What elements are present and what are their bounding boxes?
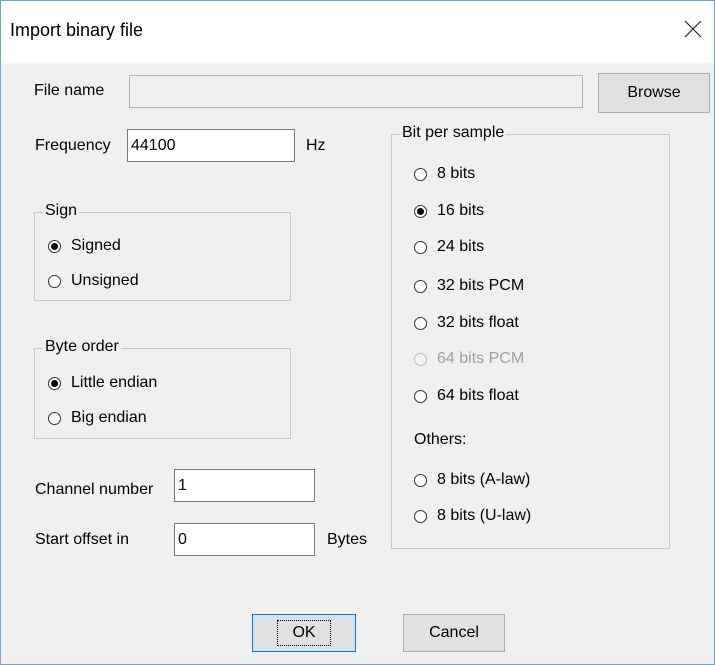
radio-8-bits-u-law[interactable]: 8 bits (U-law) xyxy=(414,507,531,525)
radio-24-bits-label: 24 bits xyxy=(437,238,485,255)
cancel-button-label: Cancel xyxy=(429,624,479,641)
file-name-label: File name xyxy=(34,82,105,99)
window-title: Import binary file xyxy=(10,20,144,40)
radio-little-endian[interactable]: Little endian xyxy=(48,374,157,392)
radio-64-bits-float[interactable]: 64 bits float xyxy=(414,387,519,405)
radio-64-bits-pcm: 64 bits PCM xyxy=(414,350,524,368)
frequency-field[interactable] xyxy=(127,129,295,162)
radio-big-endian-label: Big endian xyxy=(71,409,147,426)
others-label: Others: xyxy=(414,431,467,448)
radio-16-bits[interactable]: 16 bits xyxy=(414,202,484,220)
start-offset-unit: Bytes xyxy=(327,531,368,548)
radio-big-endian[interactable]: Big endian xyxy=(48,409,147,427)
radio-8-bits-label: 8 bits xyxy=(437,165,476,182)
frequency-unit: Hz xyxy=(306,137,326,154)
title-bar: Import binary file xyxy=(1,1,714,63)
radio-16-bits-label: 16 bits xyxy=(437,202,485,219)
radio-little-endian-label: Little endian xyxy=(71,374,158,391)
sign-legend: Sign xyxy=(43,202,80,220)
radio-8-bits-u-law-label: 8 bits (U-law) xyxy=(437,507,532,524)
radio-64-bits-pcm-label: 64 bits PCM xyxy=(437,350,525,367)
file-name-field[interactable] xyxy=(129,75,583,108)
byte-order-legend: Byte order xyxy=(43,338,121,356)
close-button[interactable] xyxy=(678,14,708,44)
radio-signed[interactable]: Signed xyxy=(48,237,121,255)
radio-64-bits-float-dot xyxy=(414,389,427,403)
radio-64-bits-float-label: 64 bits float xyxy=(437,387,519,404)
radio-8-bits-a-law-label: 8 bits (A-law) xyxy=(437,471,531,488)
radio-32-bits-float[interactable]: 32 bits float xyxy=(414,314,519,332)
radio-24-bits[interactable]: 24 bits xyxy=(414,238,484,256)
radio-big-endian-dot xyxy=(48,411,61,425)
radio-32-bits-float-label: 32 bits float xyxy=(437,314,519,331)
radio-24-bits-dot xyxy=(414,240,427,254)
channel-number-field[interactable] xyxy=(174,469,315,502)
close-icon xyxy=(684,20,702,38)
radio-8-bits-a-law[interactable]: 8 bits (A-law) xyxy=(414,471,530,489)
radio-8-bits[interactable]: 8 bits xyxy=(414,165,475,183)
radio-32-bits-pcm[interactable]: 32 bits PCM xyxy=(414,277,524,295)
radio-32-bits-float-dot xyxy=(414,316,427,330)
radio-unsigned-label: Unsigned xyxy=(71,272,139,289)
radio-32-bits-pcm-label: 32 bits PCM xyxy=(437,277,525,294)
radio-8-bits-dot xyxy=(414,167,427,181)
channel-number-label: Channel number xyxy=(35,481,154,498)
radio-32-bits-pcm-dot xyxy=(414,279,427,293)
bit-per-sample-legend: Bit per sample xyxy=(400,124,507,142)
import-binary-dialog: Import binary file File name Browse Freq… xyxy=(0,0,715,665)
radio-unsigned-dot xyxy=(48,274,61,288)
frequency-label: Frequency xyxy=(35,137,111,154)
radio-little-endian-dot xyxy=(48,376,61,390)
radio-8-bits-u-law-dot xyxy=(414,509,427,523)
ok-button-label: OK xyxy=(277,620,331,646)
radio-64-bits-pcm-dot xyxy=(414,352,427,366)
cancel-button[interactable]: Cancel xyxy=(403,614,505,652)
browse-button[interactable]: Browse xyxy=(598,73,710,113)
radio-16-bits-dot xyxy=(414,204,427,218)
start-offset-field[interactable] xyxy=(174,523,315,556)
radio-signed-label: Signed xyxy=(71,237,121,254)
radio-8-bits-a-law-dot xyxy=(414,473,427,487)
start-offset-label: Start offset in xyxy=(35,531,129,548)
radio-signed-dot xyxy=(48,239,61,253)
ok-button[interactable]: OK xyxy=(252,614,356,652)
browse-button-label: Browse xyxy=(627,84,681,101)
radio-unsigned[interactable]: Unsigned xyxy=(48,272,139,290)
